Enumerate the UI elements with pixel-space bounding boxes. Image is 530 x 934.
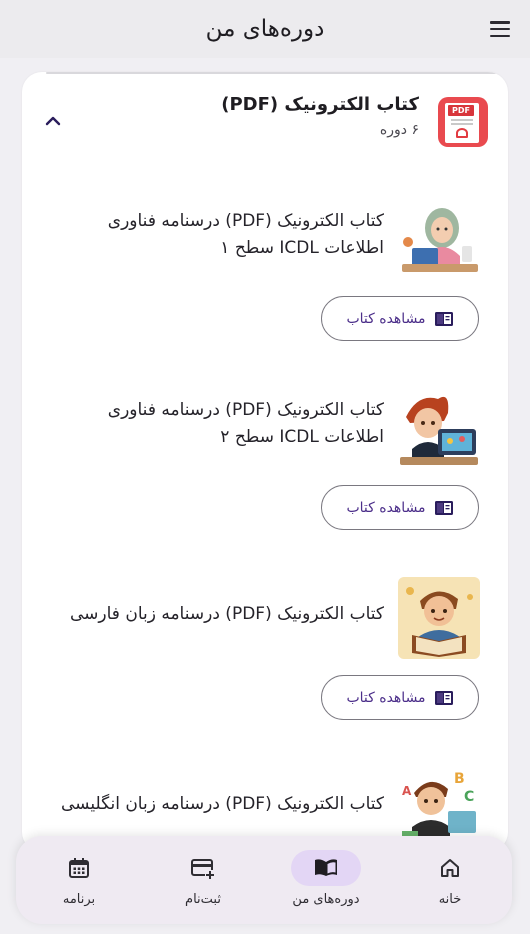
nav-label-my-courses: دوره‌های من <box>292 892 360 907</box>
svg-text:B: B <box>454 771 465 787</box>
view-book-button[interactable]: مشاهده کتاب <box>321 296 479 341</box>
course-item: کتاب الکترونیک (PDF) درسنامه زبان فارسی … <box>22 577 508 747</box>
svg-text:C: C <box>464 789 474 805</box>
card-divider <box>46 72 496 74</box>
view-book-button[interactable]: مشاهده کتاب <box>321 485 479 530</box>
open-book-icon <box>315 859 337 876</box>
nav-pill <box>415 850 485 886</box>
book-icon <box>434 311 453 326</box>
book-icon <box>434 500 453 515</box>
course-title: کتاب الکترونیک (PDF) درسنامه فناوری اطلا… <box>107 400 384 447</box>
course-thumbnail-boy-reading-book <box>398 577 480 659</box>
course-title: کتاب الکترونیک (PDF) درسنامه زبان انگلیس… <box>60 794 384 814</box>
group-title: کتاب الکترونیک (PDF) <box>221 94 419 115</box>
view-book-label: مشاهده کتاب <box>346 499 426 516</box>
view-book-label: مشاهده کتاب <box>346 689 426 706</box>
course-item: کتاب الکترونیک (PDF) درسنامه فناوری اطلا… <box>22 387 508 557</box>
nav-label-home: خانه <box>438 892 462 907</box>
course-thumbnail-boy-at-laptop <box>398 387 480 469</box>
nav-label-schedule: برنامه <box>62 892 96 907</box>
group-course-count: ۶ دوره <box>379 122 419 138</box>
nav-item-home[interactable]: خانه <box>405 850 495 914</box>
nav-pill <box>291 850 361 886</box>
svg-text:A: A <box>402 784 412 798</box>
nav-item-register[interactable]: ثبت‌نام <box>158 850 248 914</box>
course-thumbnail-girl-at-laptop <box>398 198 480 280</box>
credit-card-add-icon <box>191 859 215 880</box>
chevron-up-icon[interactable] <box>44 114 62 128</box>
course-title: کتاب الکترونیک (PDF) درسنامه فناوری اطلا… <box>107 211 384 258</box>
calendar-icon <box>69 858 89 878</box>
bottom-navigation-bar: خانه دوره‌های من ثبت‌نام <box>16 836 512 924</box>
nav-pill <box>44 850 114 886</box>
course-title: کتاب الکترونیک (PDF) درسنامه زبان فارسی <box>70 604 384 624</box>
hamburger-menu-icon[interactable] <box>488 17 512 41</box>
pdf-document-icon: PDF <box>438 97 488 147</box>
view-book-label: مشاهده کتاب <box>346 310 426 327</box>
book-icon <box>434 690 453 705</box>
top-app-bar: دوره‌های من <box>0 0 530 58</box>
view-book-button[interactable]: مشاهده کتاب <box>321 675 479 720</box>
course-group-card: PDF کتاب الکترونیک (PDF) ۶ دوره کتاب الک… <box>22 72 508 852</box>
nav-item-schedule[interactable]: برنامه <box>34 850 124 914</box>
home-icon <box>441 859 459 877</box>
course-item: کتاب الکترونیک (PDF) درسنامه فناوری اطلا… <box>22 198 508 368</box>
nav-item-my-courses[interactable]: دوره‌های من <box>281 850 371 914</box>
group-header[interactable]: PDF کتاب الکترونیک (PDF) ۶ دوره <box>22 92 508 152</box>
pdf-badge-label: PDF <box>448 105 474 116</box>
page-title: دوره‌های من <box>205 16 325 42</box>
nav-pill <box>168 850 238 886</box>
nav-label-register: ثبت‌نام <box>185 892 221 907</box>
